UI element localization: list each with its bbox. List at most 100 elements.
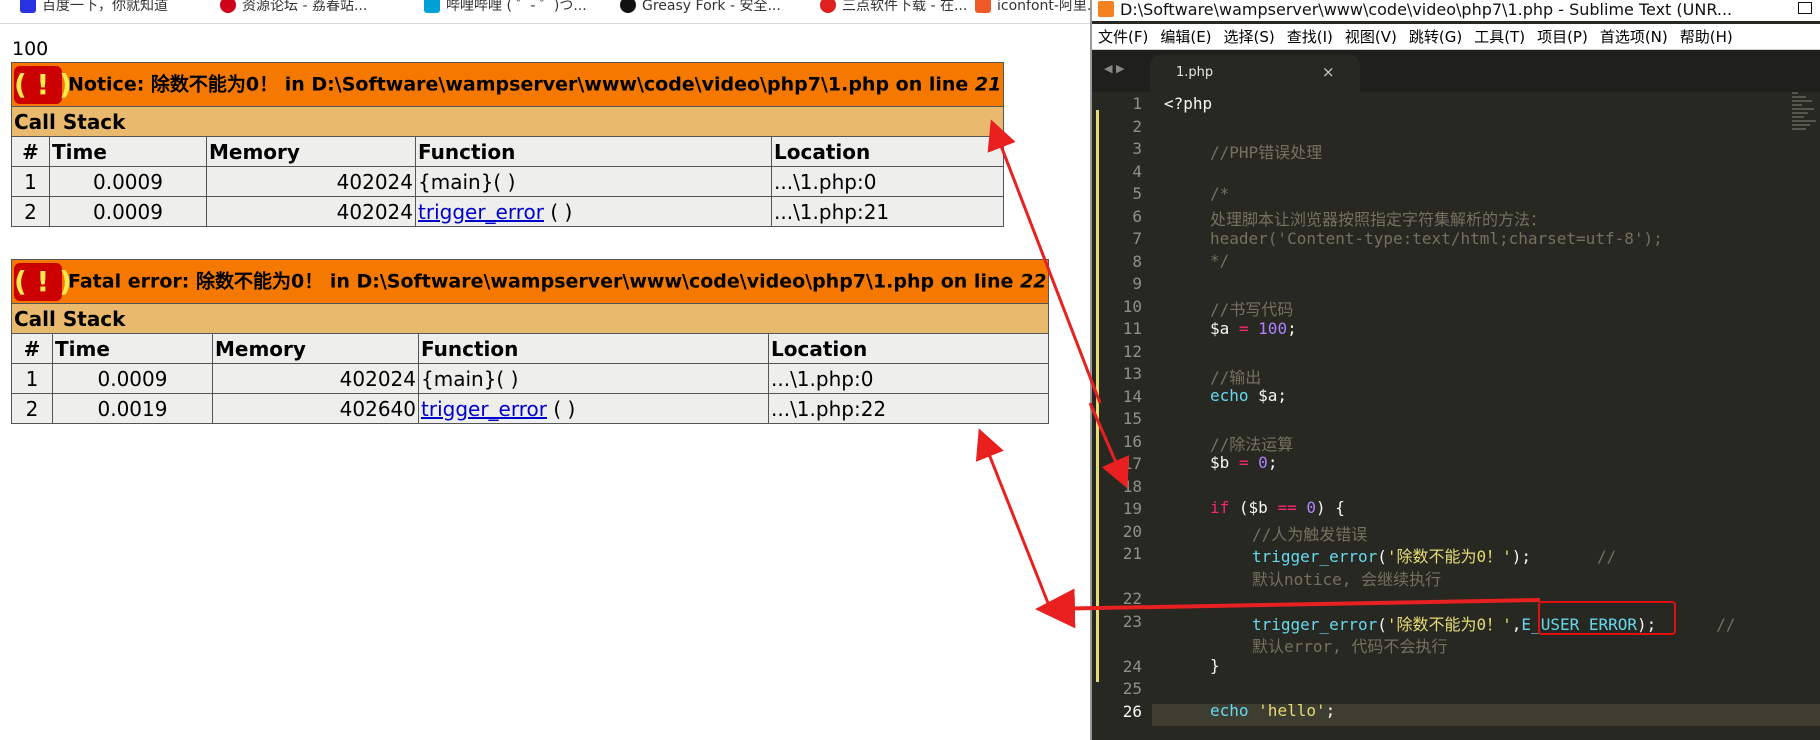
col-header-memory: Memory — [206, 136, 416, 167]
tab-close-icon[interactable]: × — [1322, 63, 1335, 81]
echo-output: 100 — [12, 38, 49, 60]
line-number: 10 — [1122, 296, 1142, 316]
menu-preferences[interactable]: 首选项(N) — [1594, 26, 1674, 47]
menu-help[interactable]: 帮助(H) — [1674, 26, 1739, 47]
fatal-line-number: 22 — [1020, 270, 1047, 292]
col-header-location: Location — [767, 333, 1050, 364]
bilibili-icon — [424, 0, 440, 13]
code-line: header('Content-type:text/html;charset=u… — [1210, 229, 1663, 248]
line-number: 16 — [1122, 431, 1142, 451]
line-number: 23 — [1122, 611, 1142, 631]
menu-project[interactable]: 项目(P) — [1531, 26, 1594, 47]
bookmark-bilibili[interactable]: 哔哩哔哩 ( ゜- ゜)つ... — [424, 0, 587, 16]
line-number: 8 — [1132, 251, 1142, 271]
line-number: 4 — [1132, 161, 1142, 181]
editor-title: D:\Software\wampserver\www\code\video\ph… — [1120, 0, 1733, 19]
bookmark-sandian[interactable]: 三点软件下载 - 在... — [820, 0, 967, 16]
col-header-num: # — [11, 333, 53, 364]
code-line: //人为触发错误 — [1252, 525, 1368, 544]
call-stack-label: Call Stack — [10, 303, 1050, 334]
line-number: 20 — [1122, 521, 1142, 541]
code-area[interactable]: <?php //PHP错误处理 /* 处理脚本让浏览器按照指定字符集解析的方法：… — [1164, 92, 1810, 740]
highlight-box-annotation — [1538, 601, 1676, 635]
browser-window: 百度一下，你就知道 资源论坛 - 荔春站... 哔哩哔哩 ( ゜- ゜)つ...… — [0, 0, 1090, 740]
table-row: 2 0.0009 402024 trigger_error ( ) ...\1.… — [11, 196, 1005, 227]
line-number: 1 — [1132, 94, 1142, 113]
menu-edit[interactable]: 编辑(E) — [1154, 26, 1217, 47]
code-line: //PHP错误处理 — [1210, 143, 1323, 162]
line-number: 22 — [1122, 589, 1142, 608]
sublime-editor: D:\Software\wampserver\www\code\video\ph… — [1090, 0, 1820, 740]
line-number: 6 — [1132, 206, 1142, 226]
code-line: 默认notice, 会继续执行 — [1252, 570, 1442, 589]
code-line: $a = 100; — [1210, 319, 1297, 338]
menu-tools[interactable]: 工具(T) — [1468, 26, 1531, 47]
code-line: */ — [1210, 251, 1230, 270]
col-header-time: Time — [49, 136, 207, 167]
col-header-memory: Memory — [212, 333, 419, 364]
code-line: <?php — [1164, 94, 1213, 113]
tab-label: 1.php — [1176, 65, 1214, 80]
code-line: echo 'hello'; — [1210, 701, 1336, 720]
col-header-location: Location — [770, 136, 1005, 167]
error-icon: ( ! ) — [14, 262, 72, 301]
col-header-function: Function — [415, 136, 772, 167]
line-number: 26 — [1122, 701, 1142, 721]
col-header-time: Time — [52, 333, 213, 364]
code-line: 默认error, 代码不会执行 — [1252, 637, 1448, 656]
line-number: 14 — [1122, 386, 1142, 406]
line-number: 13 — [1122, 364, 1142, 383]
menu-view[interactable]: 视图(V) — [1339, 26, 1403, 47]
bookmark-iconfont[interactable]: iconfont-阿里... — [975, 0, 1090, 16]
code-line: //输出 — [1210, 368, 1262, 387]
bookmark-baidu[interactable]: 百度一下，你就知道 — [20, 0, 168, 16]
bookmark-greasyfork[interactable]: Greasy Fork - 安全... — [620, 0, 781, 16]
line-number: 5 — [1132, 184, 1142, 203]
code-line: if ($b == 0) { — [1210, 498, 1345, 517]
code-line: trigger_error('除数不能为0！');// — [1252, 547, 1617, 566]
trigger-error-link[interactable]: trigger_error — [421, 397, 547, 421]
line-number: 17 — [1122, 454, 1142, 473]
sandian-icon — [820, 0, 836, 13]
menu-goto[interactable]: 跳转(G) — [1403, 26, 1468, 47]
line-number: 18 — [1122, 476, 1142, 496]
line-number: 19 — [1122, 499, 1142, 518]
trigger-error-link[interactable]: trigger_error — [418, 200, 544, 224]
forum-icon — [220, 0, 236, 13]
code-line: } — [1210, 656, 1220, 675]
notice-line-number: 21 — [974, 73, 1002, 95]
code-line: //除法运算 — [1210, 435, 1294, 454]
code-line: echo $a; — [1210, 386, 1288, 405]
line-number: 11 — [1122, 319, 1142, 338]
line-number: 9 — [1132, 274, 1142, 293]
bookmarks-bar: 百度一下，你就知道 资源论坛 - 荔春站... 哔哩哔哩 ( ゜- ゜)つ...… — [0, 0, 1090, 24]
minimap[interactable] — [1792, 92, 1820, 152]
code-line: /* — [1210, 184, 1230, 203]
menu-selection[interactable]: 选择(S) — [1218, 26, 1281, 47]
table-row: 1 0.0009 402024 {main}( ) ...\1.php:0 — [11, 363, 1050, 394]
iconfont-icon — [975, 0, 991, 13]
table-row: 1 0.0009 402024 {main}( ) ...\1.php:0 — [11, 166, 1005, 197]
line-number: 7 — [1132, 229, 1142, 248]
sublime-icon — [1098, 1, 1114, 17]
code-line: 处理脚本让浏览器按照指定字符集解析的方法： — [1210, 210, 1547, 229]
col-header-num: # — [11, 136, 50, 167]
tab-nav-arrows-icon[interactable]: ◀ ▶ — [1104, 62, 1124, 75]
line-number: 2 — [1132, 116, 1142, 136]
fatal-message: Fatal error: 除数不能为0！ in D:\Software\wamp… — [68, 270, 1020, 292]
code-line: $b = 0; — [1210, 453, 1278, 472]
notice-message: Notice: 除数不能为0！ in D:\Software\wampserve… — [68, 73, 975, 95]
menu-file[interactable]: 文件(F) — [1092, 26, 1154, 47]
line-number: 3 — [1132, 139, 1142, 158]
editor-titlebar: D:\Software\wampserver\www\code\video\ph… — [1092, 0, 1820, 21]
table-row: 2 0.0019 402640 trigger_error ( ) ...\1.… — [11, 393, 1050, 424]
fatal-xdebug-table: ( ! )Fatal error: 除数不能为0！ in D:\Software… — [10, 259, 1050, 424]
warning-icon: ( ! ) — [14, 65, 72, 104]
col-header-function: Function — [418, 333, 769, 364]
maximize-icon[interactable] — [1798, 2, 1812, 14]
line-number: 24 — [1122, 656, 1142, 676]
greasyfork-icon — [620, 0, 636, 13]
line-number: 12 — [1122, 341, 1142, 361]
menu-find[interactable]: 查找(I) — [1281, 26, 1339, 47]
bookmark-forum[interactable]: 资源论坛 - 荔春站... — [220, 0, 367, 16]
